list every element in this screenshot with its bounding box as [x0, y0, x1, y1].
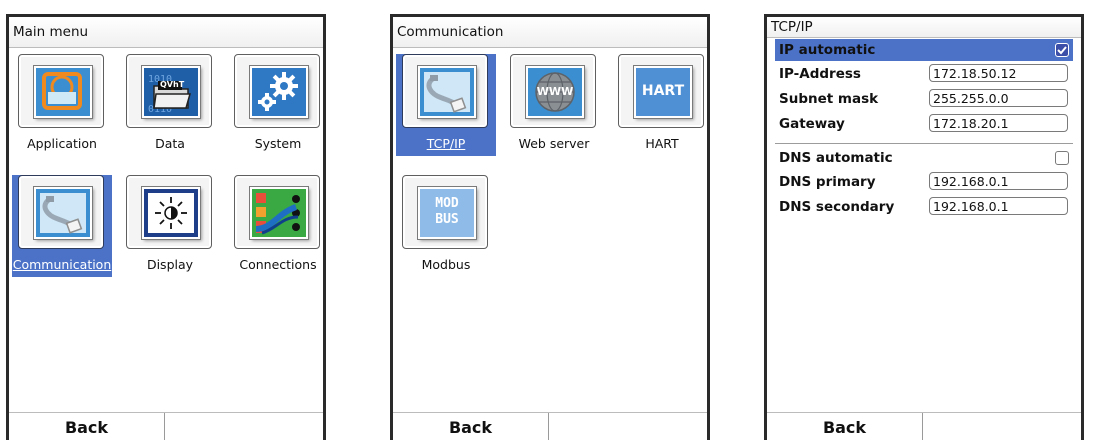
softkey-bar: Back	[9, 412, 323, 440]
connections-icon	[250, 187, 308, 239]
data-icon-text: QVhT	[160, 80, 185, 89]
dns-automatic-row[interactable]: DNS automatic	[775, 147, 1073, 169]
ip-automatic-row[interactable]: IP automatic	[775, 39, 1073, 61]
gateway-row: Gateway 172.18.20.1	[775, 113, 1073, 135]
divider	[775, 143, 1073, 144]
dns-automatic-label: DNS automatic	[779, 150, 893, 166]
ip-automatic-label: IP automatic	[779, 42, 876, 58]
tile-label: HART	[645, 136, 679, 151]
ip-address-row: IP-Address 172.18.50.12	[775, 63, 1073, 85]
back-button[interactable]: Back	[767, 413, 923, 440]
tile-label: Communication	[12, 257, 112, 272]
tile-tcpip[interactable]: TCP/IP	[396, 54, 496, 156]
screen-title: TCP/IP	[767, 17, 1081, 38]
dns-secondary-label: DNS secondary	[779, 199, 895, 215]
softkey-right[interactable]	[549, 413, 707, 440]
softkey-bar: Back	[767, 412, 1081, 440]
globe-icon: WWW	[526, 66, 584, 118]
tile-communication[interactable]: Communication	[12, 175, 112, 277]
tile-label: TCP/IP	[426, 136, 466, 151]
tile-label: Connections	[239, 257, 317, 272]
communication-icon	[34, 187, 92, 239]
gateway-field[interactable]: 172.18.20.1	[929, 114, 1068, 132]
tile-application[interactable]: Application	[12, 54, 112, 158]
ip-address-label: IP-Address	[779, 66, 861, 82]
application-icon	[34, 66, 92, 118]
modbus-icon: MOD BUS	[418, 187, 476, 239]
dns-secondary-row: DNS secondary 192.168.0.1	[775, 196, 1073, 218]
hart-icon-text: HART	[641, 83, 685, 99]
tile-label: Modbus	[421, 257, 471, 272]
tile-label: Display	[146, 257, 194, 272]
ip-address-field[interactable]: 172.18.50.12	[929, 64, 1068, 82]
ip-automatic-checkbox[interactable]	[1055, 43, 1069, 57]
tile-connections[interactable]: Connections	[228, 175, 323, 279]
subnet-mask-field[interactable]: 255.255.0.0	[929, 89, 1068, 107]
dns-primary-field[interactable]: 192.168.0.1	[929, 172, 1068, 190]
main-menu-screen: Main menu Application 1010 0110 QVhT Dat…	[6, 14, 326, 440]
dns-primary-label: DNS primary	[779, 174, 876, 190]
data-folder-icon: 1010 0110 QVhT	[142, 66, 200, 118]
tile-display[interactable]: Display	[120, 175, 220, 279]
tile-label: System	[254, 136, 302, 151]
gear-icon	[250, 66, 308, 118]
hart-icon: HART	[634, 66, 692, 118]
dns-primary-row: DNS primary 192.168.0.1	[775, 171, 1073, 193]
softkey-right[interactable]	[923, 413, 1081, 440]
tile-system[interactable]: System	[228, 54, 323, 158]
back-button[interactable]: Back	[393, 413, 549, 440]
dns-secondary-field[interactable]: 192.168.0.1	[929, 197, 1068, 215]
communication-icon	[418, 66, 476, 118]
screen-title: Communication	[393, 17, 707, 48]
tile-label: Application	[27, 136, 97, 151]
brightness-icon	[142, 187, 200, 239]
tile-modbus[interactable]: MOD BUS Modbus	[396, 175, 496, 279]
softkey-bar: Back	[393, 412, 707, 440]
softkey-right[interactable]	[165, 413, 323, 440]
subnet-mask-label: Subnet mask	[779, 91, 879, 107]
communication-screen: Communication TCP/IP WWW Web server HART…	[390, 14, 710, 440]
tile-label: Web server	[518, 136, 590, 151]
tile-data[interactable]: 1010 0110 QVhT Data	[120, 54, 220, 158]
screen-title: Main menu	[9, 17, 323, 48]
tcpip-screen: TCP/IP IP automatic IP-Address 172.18.50…	[764, 14, 1084, 440]
modbus-icon-text-2: BUS	[435, 212, 459, 227]
tile-web-server[interactable]: WWW Web server	[504, 54, 604, 158]
www-icon-text: WWW	[536, 85, 574, 98]
dns-automatic-checkbox[interactable]	[1055, 151, 1069, 165]
tile-label: Data	[155, 136, 185, 151]
gateway-label: Gateway	[779, 116, 845, 132]
modbus-icon-text-1: MOD	[435, 196, 459, 211]
back-button[interactable]: Back	[9, 413, 165, 440]
tile-hart[interactable]: HART HART	[612, 54, 707, 158]
subnet-mask-row: Subnet mask 255.255.0.0	[775, 88, 1073, 110]
